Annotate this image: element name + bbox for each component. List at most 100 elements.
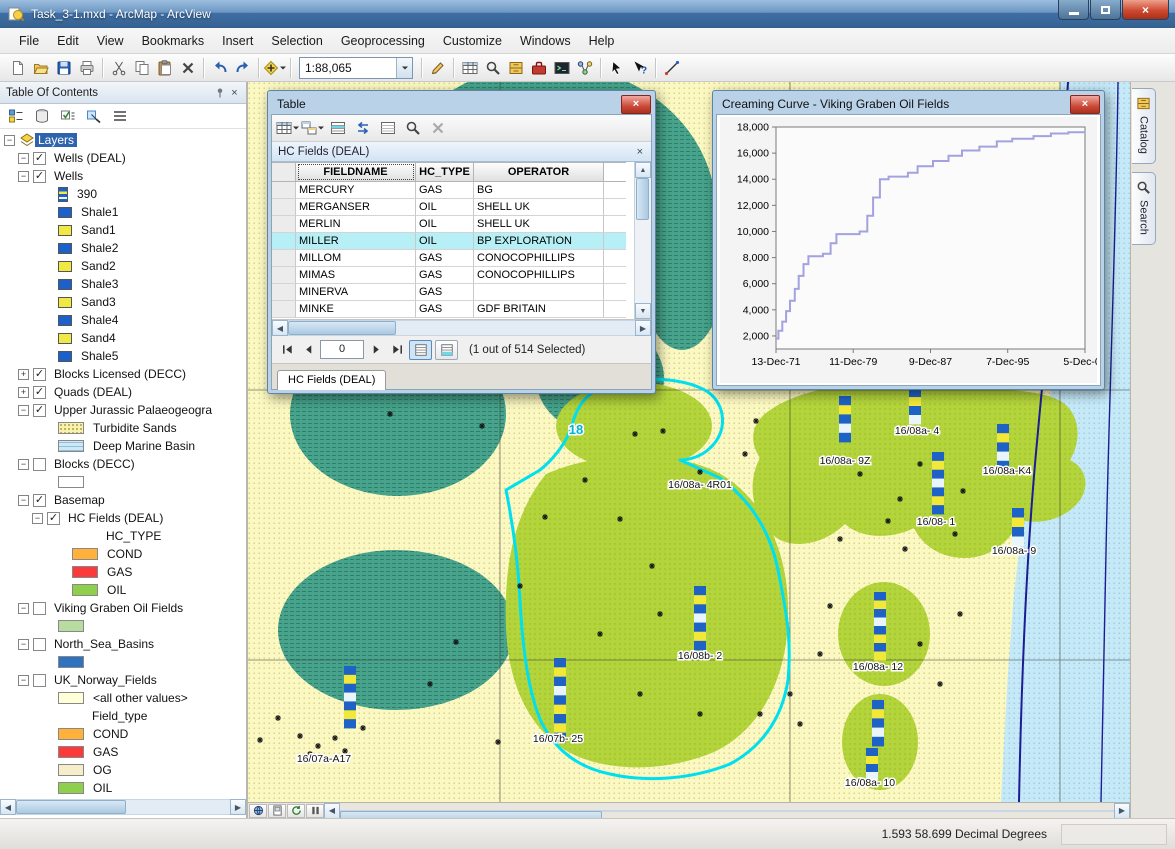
layer-checkbox[interactable]: ✓ xyxy=(47,512,60,525)
toc-item[interactable]: −✓Basemap xyxy=(0,491,246,509)
square-symbol[interactable] xyxy=(58,333,72,344)
well-column-segment[interactable] xyxy=(874,652,886,661)
menu-geoprocessing[interactable]: Geoprocessing xyxy=(332,28,434,53)
dock-tab-search[interactable]: Search xyxy=(1132,172,1156,245)
well-column-segment[interactable] xyxy=(874,601,886,610)
well-column-segment[interactable] xyxy=(874,592,886,601)
toc-item[interactable]: Sand1 xyxy=(0,221,246,239)
add-data-button[interactable] xyxy=(263,56,286,79)
swatch-symbol[interactable] xyxy=(58,692,84,704)
well-column-segment[interactable] xyxy=(344,684,356,693)
delete-selected-button[interactable] xyxy=(426,117,449,140)
map-scroll-left-arrow[interactable]: ◀ xyxy=(324,803,340,819)
well-column-segment[interactable] xyxy=(694,613,706,623)
scroll-thumb[interactable] xyxy=(288,321,396,335)
column-header-hc_type[interactable]: HC_TYPE xyxy=(416,162,474,182)
well-column-segment[interactable] xyxy=(874,609,886,618)
expander-plus-icon[interactable]: + xyxy=(18,387,29,398)
toc-item[interactable] xyxy=(0,653,246,671)
layer-checkbox[interactable] xyxy=(33,458,46,471)
well-column-segment[interactable] xyxy=(344,719,356,728)
well-column-segment[interactable] xyxy=(872,718,884,728)
attribute-table-grid[interactable]: FIELDNAMEHC_TYPEOPERATOR MERCURYGASBGMER… xyxy=(272,162,651,320)
well-column-segment[interactable] xyxy=(694,623,706,633)
table-row[interactable]: MILLOMGASCONOCOPHILLIPS xyxy=(272,250,651,267)
table-row[interactable]: MIMASGASCONOCOPHILLIPS xyxy=(272,267,651,284)
toc-item[interactable]: −✓Wells (DEAL) xyxy=(0,149,246,167)
toc-item[interactable]: −North_Sea_Basins xyxy=(0,635,246,653)
expander-minus-icon[interactable]: − xyxy=(18,495,29,506)
chart-window-titlebar[interactable]: Creaming Curve - Viking Graben Oil Field… xyxy=(716,94,1101,114)
column-header-fieldname[interactable]: FIELDNAME xyxy=(296,162,416,182)
toc-item[interactable]: Deep Marine Basin xyxy=(0,437,246,455)
well-column-segment[interactable] xyxy=(344,693,356,702)
square-symbol[interactable] xyxy=(58,315,72,326)
copy-button[interactable] xyxy=(130,56,153,79)
square-symbol[interactable] xyxy=(58,261,72,272)
list-by-visibility-button[interactable] xyxy=(56,105,79,128)
first-record-button[interactable] xyxy=(278,341,296,359)
well-column-segment[interactable] xyxy=(344,666,356,675)
expander-minus-icon[interactable]: − xyxy=(18,153,29,164)
well-column-segment[interactable] xyxy=(872,737,884,747)
menu-help[interactable]: Help xyxy=(580,28,624,53)
select-elements-button[interactable] xyxy=(605,56,628,79)
swatch-symbol[interactable] xyxy=(58,782,84,794)
well-column-segment[interactable] xyxy=(872,728,884,738)
well-column-segment[interactable] xyxy=(839,424,851,434)
well-column-segment[interactable] xyxy=(694,632,706,642)
toc-horizontal-scrollbar[interactable]: ◀ ▶ xyxy=(0,799,246,815)
row-selector[interactable] xyxy=(272,233,296,250)
record-number-input[interactable]: 0 xyxy=(320,340,364,359)
chart-window-close-button[interactable]: × xyxy=(1070,95,1100,114)
find-button[interactable] xyxy=(481,56,504,79)
list-by-selection-button[interactable] xyxy=(82,105,105,128)
well-column-segment[interactable] xyxy=(1012,527,1024,537)
well-column-segment[interactable] xyxy=(1012,508,1024,518)
pause-drawing-button[interactable] xyxy=(306,804,324,818)
well-column-segment[interactable] xyxy=(554,658,566,668)
map-scale-combo[interactable]: 1:88,065 xyxy=(299,57,413,79)
square-symbol[interactable] xyxy=(58,207,72,218)
toc-item[interactable]: COND xyxy=(0,725,246,743)
row-selector[interactable] xyxy=(272,284,296,301)
well-column-segment[interactable] xyxy=(997,433,1009,443)
toc-item[interactable]: GAS xyxy=(0,563,246,581)
table-row[interactable]: MERCURYGASBG xyxy=(272,182,651,199)
scroll-left-arrow[interactable]: ◀ xyxy=(0,799,16,815)
well-column-segment[interactable] xyxy=(344,710,356,719)
well-column-segment[interactable] xyxy=(874,626,886,635)
row-selector[interactable] xyxy=(272,301,296,318)
print-button[interactable] xyxy=(75,56,98,79)
scroll-right-arrow[interactable]: ▶ xyxy=(635,320,651,336)
layer-checkbox[interactable] xyxy=(33,602,46,615)
table-layer-close-icon[interactable]: × xyxy=(637,146,645,158)
menu-windows[interactable]: Windows xyxy=(511,28,580,53)
table-row[interactable]: MERLINOILSHELL UK xyxy=(272,216,651,233)
well-column-segment[interactable] xyxy=(866,756,878,764)
toc-item[interactable]: −✓Upper Jurassic Palaeogeogra xyxy=(0,401,246,419)
scroll-up-arrow[interactable]: ▲ xyxy=(635,162,651,178)
well-column-segment[interactable] xyxy=(554,723,566,733)
row-selector[interactable] xyxy=(272,199,296,216)
table-options-button[interactable] xyxy=(276,117,299,140)
delete-button[interactable] xyxy=(176,56,199,79)
well-column-segment[interactable] xyxy=(932,470,944,479)
toc-item[interactable]: −✓Wells xyxy=(0,167,246,185)
well-column-segment[interactable] xyxy=(344,675,356,684)
well-column-segment[interactable] xyxy=(909,406,921,415)
menu-bookmarks[interactable]: Bookmarks xyxy=(133,28,214,53)
well-column-segment[interactable] xyxy=(872,700,884,710)
toc-item[interactable]: Shale2 xyxy=(0,239,246,257)
swatch-symbol[interactable] xyxy=(72,548,98,560)
redo-button[interactable] xyxy=(231,56,254,79)
table-window[interactable]: Table × HC Fields (DEAL) × FIELDNAMEHC_T… xyxy=(267,90,656,394)
toc-item[interactable]: Shale5 xyxy=(0,347,246,365)
switch-selection-button[interactable] xyxy=(351,117,374,140)
swatch-symbol[interactable] xyxy=(72,566,98,578)
show-selected-records-button[interactable] xyxy=(435,340,458,360)
swatch-symbol[interactable] xyxy=(58,476,84,488)
toc-item[interactable]: Field_type xyxy=(0,707,246,725)
well-column-segment[interactable] xyxy=(554,686,566,696)
row-selector[interactable] xyxy=(272,250,296,267)
